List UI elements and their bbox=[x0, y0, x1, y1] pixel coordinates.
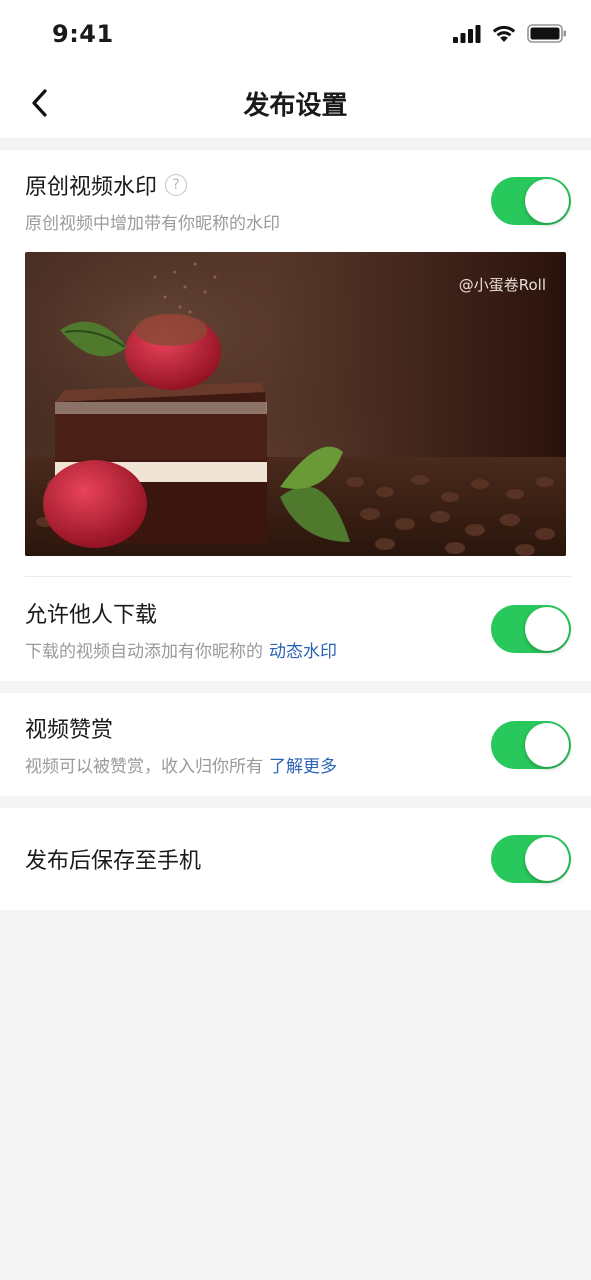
save-title: 发布后保存至手机 bbox=[25, 849, 202, 874]
watermark-title: 原创视频水印 bbox=[25, 174, 158, 200]
save-row: 发布后保存至手机 bbox=[25, 808, 571, 910]
watermark-download-card: 原创视频水印 ? 原创视频中增加带有你昵称的水印 @小蛋卷Roll 允许他人下载… bbox=[0, 150, 591, 681]
reward-desc-line: 视频可以被赞赏，收入归你所有 了解更多 bbox=[25, 752, 337, 777]
nav-bar: 发布设置 bbox=[0, 68, 591, 138]
watermark-text: 原创视频水印 ? 原创视频中增加带有你昵称的水印 bbox=[25, 169, 280, 234]
section-gap bbox=[0, 796, 591, 808]
dynamic-watermark-link[interactable]: 动态水印 bbox=[269, 642, 337, 662]
signal-icon bbox=[453, 24, 481, 43]
download-desc: 下载的视频自动添加有你昵称的 bbox=[25, 641, 263, 662]
learn-more-link[interactable]: 了解更多 bbox=[269, 757, 337, 777]
watermark-title-line: 原创视频水印 ? bbox=[25, 169, 280, 201]
reward-desc: 视频可以被赞赏，收入归你所有 bbox=[25, 757, 263, 777]
battery-icon bbox=[527, 24, 566, 43]
reward-card: 视频赞赏 视频可以被赞赏，收入归你所有 了解更多 bbox=[0, 693, 591, 796]
toggle-knob bbox=[525, 607, 569, 651]
watermark-desc: 原创视频中增加带有你昵称的水印 bbox=[25, 213, 280, 234]
reward-row: 视频赞赏 视频可以被赞赏，收入归你所有 了解更多 bbox=[25, 693, 571, 796]
toggle-knob bbox=[525, 722, 569, 767]
section-gap bbox=[0, 681, 591, 693]
reward-text: 视频赞赏 视频可以被赞赏，收入归你所有 了解更多 bbox=[25, 712, 337, 777]
download-row: 允许他人下载 下载的视频自动添加有你昵称的 动态水印 bbox=[25, 577, 571, 681]
chevron-left-icon bbox=[32, 89, 47, 117]
toggle-knob bbox=[525, 179, 569, 223]
reward-title: 视频赞赏 bbox=[25, 718, 114, 743]
section-gap bbox=[0, 138, 591, 150]
back-button[interactable] bbox=[22, 86, 56, 120]
download-desc-line: 下载的视频自动添加有你昵称的 动态水印 bbox=[25, 637, 337, 662]
download-title: 允许他人下载 bbox=[25, 602, 158, 628]
watermark-preview-image: @小蛋卷Roll bbox=[25, 252, 566, 556]
watermark-row: 原创视频水印 ? 原创视频中增加带有你昵称的水印 bbox=[25, 150, 571, 252]
cake-photo bbox=[25, 252, 566, 556]
page-title: 发布设置 bbox=[243, 90, 348, 121]
download-text: 允许他人下载 下载的视频自动添加有你昵称的 动态水印 bbox=[25, 597, 337, 662]
watermark-label: @小蛋卷Roll bbox=[458, 276, 546, 294]
status-icons bbox=[453, 24, 567, 43]
wifi-icon bbox=[492, 25, 516, 42]
watermark-toggle[interactable] bbox=[491, 177, 571, 225]
save-card: 发布后保存至手机 bbox=[0, 808, 591, 910]
reward-toggle[interactable] bbox=[491, 720, 571, 769]
help-icon[interactable]: ? bbox=[165, 173, 188, 196]
status-bar: 9:41 bbox=[0, 0, 591, 68]
status-time: 9:41 bbox=[52, 20, 114, 48]
save-toggle[interactable] bbox=[491, 835, 571, 883]
download-toggle[interactable] bbox=[491, 605, 571, 653]
header: 9:41 发布设置 bbox=[0, 0, 591, 138]
toggle-knob bbox=[525, 837, 569, 881]
